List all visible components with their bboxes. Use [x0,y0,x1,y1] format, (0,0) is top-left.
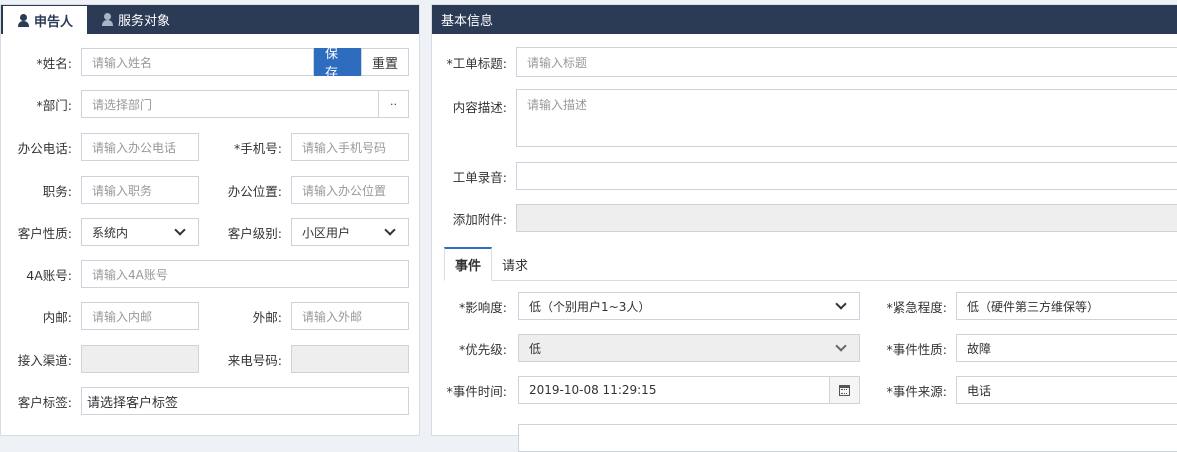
description-label: 内容描述: [452,100,507,115]
mobile-input[interactable]: 请输入手机号码 [291,133,409,161]
customer-level-value: 小区用户 [302,225,351,240]
tab-reporter-label: 申告人 [34,14,74,30]
mobile-label: *手机号: [234,140,282,156]
tab-service-target[interactable]: 服务对象 [87,5,184,34]
urgency-value: 低（硬件第三方维保等） [967,299,1100,314]
attachment-label: 添加附件: [452,211,507,227]
urgency-label: *紧急程度: [886,299,947,315]
person-icon [101,13,114,26]
customer-level-label: 客户级别: [227,225,282,241]
calendar-icon [839,384,850,396]
channel-label: 接入渠道: [17,352,72,368]
reporter-panel: 申告人 服务对象 *姓名: 请输入姓名 保存 重置 *部门: 请选择部门 ·· … [0,4,420,436]
description-textarea[interactable]: 请输入描述 [516,89,1177,147]
event-request-tabs: 事件 请求 [444,247,1177,281]
impact-select[interactable]: 低（个别用户1~3人） [518,292,860,320]
caller-number-label: 来电号码: [227,352,282,368]
impact-label: *影响度: [459,299,507,315]
dept-label: *部门: [36,97,72,113]
event-source-value: 电话 [967,383,992,398]
person-icon [17,13,30,27]
tab-request[interactable]: 请求 [492,247,538,281]
priority-select: 低 [518,334,860,362]
tab-event[interactable]: 事件 [444,247,493,281]
recording-input[interactable] [516,162,1177,190]
event-source-label: *事件来源: [886,383,947,399]
caller-number-input [291,345,409,373]
priority-value: 低 [529,341,542,356]
account-4a-input[interactable]: 请输入4A账号 [81,260,409,288]
chevron-down-icon [384,224,396,236]
attachment-input[interactable] [516,204,1177,232]
office-phone-input[interactable]: 请输入办公电话 [81,133,199,161]
priority-label: *优先级: [459,341,507,357]
event-time-label: *事件时间: [446,383,507,399]
name-label: *姓名: [36,55,72,71]
position-label: 职务: [42,183,72,199]
customer-nature-label: 客户性质: [17,225,72,241]
chevron-down-icon [835,298,847,310]
basic-info-panel: 基本信息 *工单标题: 请输入标题 内容描述: 请输入描述 工单录音: 添加附件… [431,4,1177,452]
customer-level-select[interactable]: 小区用户 [291,218,409,246]
impact-value: 低（个别用户1~3人） [529,299,651,314]
account-4a-label: 4A账号: [26,267,72,283]
chevron-down-icon [174,224,186,236]
ticket-title-input[interactable]: 请输入标题 [516,47,1177,77]
calendar-button[interactable] [830,376,860,404]
event-nature-select[interactable]: 故障 [956,334,1177,362]
office-phone-label: 办公电话: [17,140,72,156]
customer-tag-label: 客户标签: [17,394,72,410]
office-location-label: 办公位置: [227,183,282,199]
recording-label: 工单录音: [452,169,507,185]
chevron-down-icon [835,340,847,352]
customer-nature-value: 系统内 [92,225,129,240]
channel-input [81,345,199,373]
next-row-input[interactable] [518,424,1177,452]
event-nature-label: *事件性质: [886,341,947,357]
position-input[interactable]: 请输入职务 [81,176,199,204]
urgency-select[interactable]: 低（硬件第三方维保等） [956,292,1177,320]
internal-mail-input[interactable]: 请输入内邮 [81,302,199,330]
external-mail-label: 外邮: [252,309,282,325]
tab-reporter[interactable]: 申告人 [3,6,88,34]
more-icon: ·· [390,97,397,111]
dept-picker-button[interactable]: ·· [379,90,409,118]
office-location-input[interactable]: 请输入办公位置 [291,176,409,204]
reporter-tabbar: 申告人 服务对象 [1,5,419,34]
event-nature-value: 故障 [967,341,992,356]
tab-service-target-label: 服务对象 [118,14,171,29]
reset-button[interactable]: 重置 [361,48,409,76]
name-input[interactable]: 请输入姓名 [81,48,314,76]
save-button[interactable]: 保存 [314,47,361,81]
basic-info-header: 基本信息 [432,5,1177,34]
external-mail-input[interactable]: 请输入外邮 [291,302,409,330]
internal-mail-label: 内邮: [42,309,72,325]
dept-input[interactable]: 请选择部门 [81,90,379,118]
event-source-select[interactable]: 电话 [956,376,1177,404]
event-time-input[interactable]: 2019-10-08 11:29:15 [518,376,830,404]
ticket-title-label: *工单标题: [446,55,507,71]
customer-tag-input[interactable]: 请选择客户标签 [81,387,409,415]
customer-nature-select[interactable]: 系统内 [81,218,199,246]
